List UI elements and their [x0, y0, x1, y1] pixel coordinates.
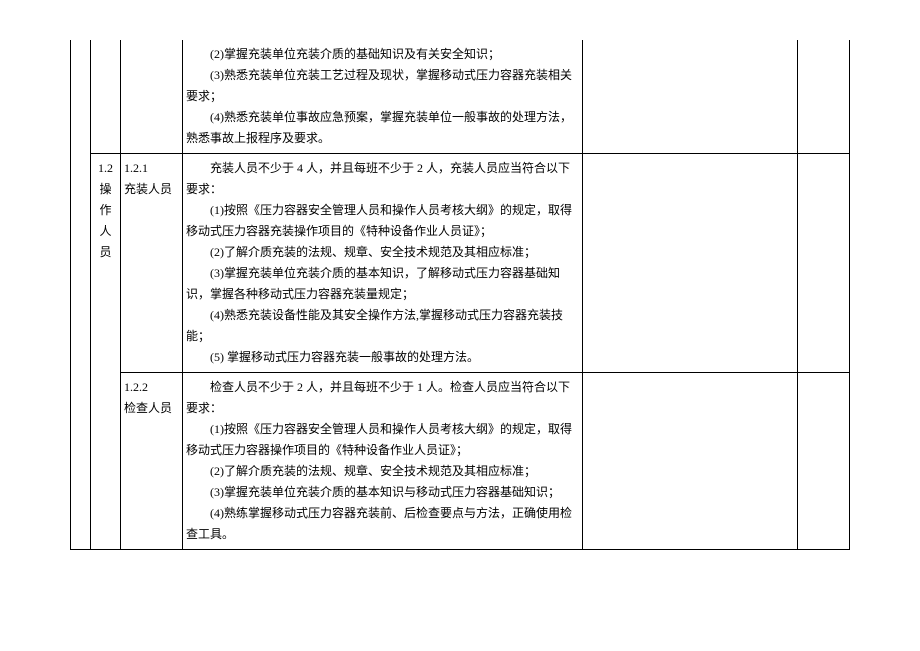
paragraph: (5) 掌握移动式压力容器充装一般事故的处理方法。 — [186, 347, 579, 368]
cell-empty — [91, 40, 121, 154]
table-row: 1.2 操作人员 1.2.1 充装人员 充装人员不少于 4 人，并且每班不少于 … — [71, 154, 850, 373]
paragraph: (1)按照《压力容器安全管理人员和操作人员考核大纲》的规定，取得移动式压力容器操… — [186, 419, 579, 461]
subsection-title: 充装人员 — [124, 182, 172, 196]
cell-empty — [798, 154, 850, 373]
section-title: 操作人员 — [99, 182, 111, 259]
cell-empty — [71, 40, 91, 154]
paragraph: (3)掌握充装单位充装介质的基本知识，了解移动式压力容器基础知识，掌握各种移动式… — [186, 263, 579, 305]
subsection-title: 检查人员 — [124, 401, 172, 415]
table-row: (2)掌握充装单位充装介质的基础知识及有关安全知识； (3)熟悉充装单位充装工艺… — [71, 40, 850, 154]
requirements-table: (2)掌握充装单位充装介质的基础知识及有关安全知识； (3)熟悉充装单位充装工艺… — [70, 40, 850, 550]
cell-empty — [121, 40, 183, 154]
paragraph: (2)了解介质充装的法规、规章、安全技术规范及其相应标准； — [186, 242, 579, 263]
cell-empty — [71, 154, 91, 550]
cell-empty — [583, 40, 798, 154]
subsection-number: 1.2.2 — [124, 380, 148, 394]
paragraph: (4)熟悉充装设备性能及其安全操作方法,掌握移动式压力容器充装技能； — [186, 305, 579, 347]
paragraph: 充装人员不少于 4 人，并且每班不少于 2 人，充装人员应当符合以下要求： — [186, 158, 579, 200]
paragraph: (3)掌握充装单位充装介质的基本知识与移动式压力容器基础知识； — [186, 482, 579, 503]
paragraph: (4)熟练掌握移动式压力容器充装前、后检查要点与方法，正确使用检查工具。 — [186, 503, 579, 545]
paragraph: (3)熟悉充装单位充装工艺过程及现状，掌握移动式压力容器充装相关要求； — [186, 65, 579, 107]
table-row: 1.2.2 检查人员 检查人员不少于 2 人，并且每班不少于 1 人。检查人员应… — [71, 373, 850, 550]
section-number: 1.2 — [98, 161, 113, 175]
paragraph: 检查人员不少于 2 人，并且每班不少于 1 人。检查人员应当符合以下要求： — [186, 377, 579, 419]
cell-empty — [798, 40, 850, 154]
cell-content: 检查人员不少于 2 人，并且每班不少于 1 人。检查人员应当符合以下要求： (1… — [183, 373, 583, 550]
cell-subsection: 1.2.1 充装人员 — [121, 154, 183, 373]
paragraph: (2)掌握充装单位充装介质的基础知识及有关安全知识； — [186, 44, 579, 65]
paragraph: (1)按照《压力容器安全管理人员和操作人员考核大纲》的规定，取得移动式压力容器充… — [186, 200, 579, 242]
paragraph: (4)熟悉充装单位事故应急预案，掌握充装单位一般事故的处理方法，熟悉事故上报程序… — [186, 107, 579, 149]
cell-empty — [583, 373, 798, 550]
cell-empty — [798, 373, 850, 550]
cell-section-num: 1.2 操作人员 — [91, 154, 121, 550]
subsection-number: 1.2.1 — [124, 161, 148, 175]
cell-content: 充装人员不少于 4 人，并且每班不少于 2 人，充装人员应当符合以下要求： (1… — [183, 154, 583, 373]
cell-subsection: 1.2.2 检查人员 — [121, 373, 183, 550]
cell-empty — [583, 154, 798, 373]
paragraph: (2)了解介质充装的法规、规章、安全技术规范及其相应标准； — [186, 461, 579, 482]
cell-content: (2)掌握充装单位充装介质的基础知识及有关安全知识； (3)熟悉充装单位充装工艺… — [183, 40, 583, 154]
